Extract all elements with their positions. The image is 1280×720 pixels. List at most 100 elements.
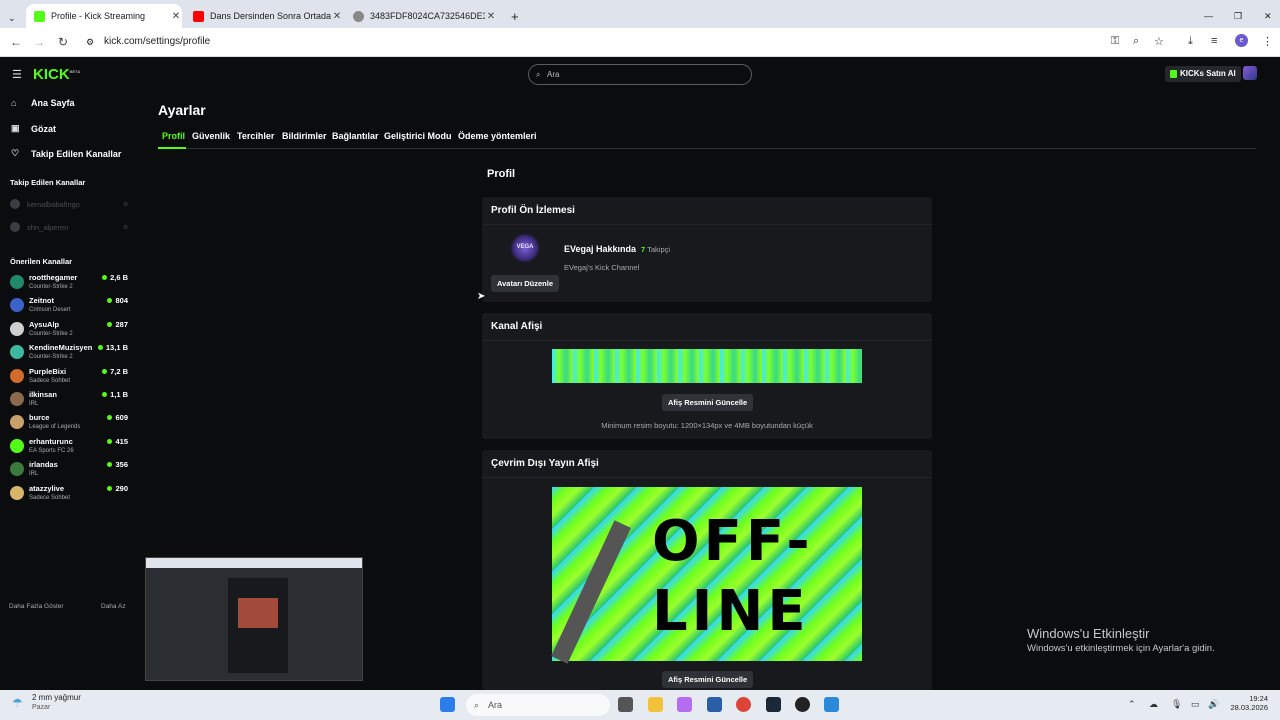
tab-title: Dans Dersinden Sonra Ortadan (210, 11, 331, 21)
close-icon[interactable]: ✕ (485, 11, 497, 22)
update-offline-banner-button[interactable]: Afiş Resmini Güncelle (662, 671, 754, 688)
network-tray-icon[interactable]: ☁ (1149, 699, 1158, 710)
close-icon[interactable]: ✕ (170, 11, 182, 22)
tab-security[interactable]: Güvenlik (192, 131, 230, 141)
kick-favicon-icon (34, 10, 45, 22)
show-less-button[interactable]: Daha Az (101, 603, 126, 610)
file-explorer-icon[interactable] (648, 697, 663, 712)
tab-youtube[interactable]: Dans Dersinden Sonra Ortadan ✕ (185, 4, 343, 28)
viewer-count: 13,1 B (97, 343, 128, 352)
address-bar[interactable]: ⚙ kick.com/settings/profile (80, 31, 1100, 53)
channel-category: Counter-Strike 2 (29, 330, 73, 337)
edit-avatar-button[interactable]: Avatarı Düzenle (491, 275, 559, 292)
app-icon[interactable] (795, 697, 810, 712)
tab-connections[interactable]: Bağlantılar (332, 131, 379, 141)
bookmark-star-icon[interactable]: ☆ (1154, 35, 1164, 48)
tab-preferences[interactable]: Tercihler (237, 131, 274, 141)
viewer-number: 1,1 B (110, 390, 128, 399)
recommended-channel[interactable]: irlandas IRL 356 (10, 460, 128, 480)
beta-badge: BETA (69, 69, 81, 74)
viewer-count: 415 (107, 437, 128, 446)
copilot-icon[interactable] (677, 697, 692, 712)
update-banner-button[interactable]: Afiş Resmini Güncelle (662, 394, 754, 411)
followed-channel[interactable]: kemalbabafingo ⊘ (10, 199, 128, 209)
kick-logo[interactable]: KICKBETA (33, 66, 80, 83)
avatar (10, 199, 20, 209)
buy-kicks-button[interactable]: KICKs Satın Al (1165, 66, 1241, 82)
avatar (10, 392, 24, 406)
app2-icon[interactable] (824, 697, 839, 712)
tab-notifications[interactable]: Bildirimler (282, 131, 327, 141)
viewer-count: 287 (107, 320, 128, 329)
menu-icon[interactable]: ☰ (12, 68, 22, 81)
weather-day: Pazar (32, 704, 51, 711)
recommended-channel[interactable]: erhanturunc EA Sports FC 26 415 (10, 437, 128, 457)
sidebar-item-following[interactable]: ♡ Takip Edilen Kanallar (11, 148, 121, 159)
media-icon[interactable]: ≡ (1211, 35, 1217, 47)
microphone-icon[interactable]: 🎙 (1171, 699, 1182, 710)
weather-widget[interactable]: ☂ 2 mm yağmur Pazar (12, 693, 81, 711)
site-header: ☰ KICKBETA ⌕ Ara KICKs Satın Al (0, 58, 1280, 90)
zoom-icon[interactable]: ⌕ (1133, 35, 1139, 48)
window-close-icon[interactable]: ✕ (1256, 4, 1272, 28)
minimize-icon[interactable]: — (1196, 4, 1213, 28)
windows-start-icon[interactable] (440, 697, 455, 712)
recommended-channel[interactable]: KendineMuzisyen Counter-Strike 2 13,1 B (10, 343, 128, 363)
recommended-channel[interactable]: Zeitnot Crimson Desert 804 (10, 296, 128, 316)
live-dot-icon (107, 321, 113, 327)
tab-kick-profile[interactable]: Profile - Kick Streaming ✕ (26, 4, 182, 28)
follower-label: Takipçi (647, 245, 671, 254)
tab-hash[interactable]: 3483FDF8024CA732546DE39E ✕ (345, 4, 497, 28)
tab-payment-methods[interactable]: Ödeme yöntemleri (458, 131, 537, 141)
display-icon[interactable]: ▭ (1191, 699, 1200, 710)
viewer-number: 356 (115, 460, 128, 470)
viewer-count: 7,2 B (102, 367, 128, 376)
recommended-channel[interactable]: rootthegamer Counter-Strike 2 2,6 B (10, 273, 128, 293)
close-icon[interactable]: ✕ (331, 11, 343, 22)
recommended-channel[interactable]: burce League of Legends 609 (10, 413, 128, 433)
clock-date: 28.03.2026 (1230, 703, 1268, 712)
card-title: Kanal Afişi (482, 313, 932, 341)
forward-icon[interactable]: → (33, 35, 45, 49)
volume-icon[interactable]: 🔊 (1208, 699, 1219, 710)
download-icon[interactable]: ⤓ (1188, 35, 1193, 48)
taskbar-preview-thumbnail[interactable] (145, 557, 363, 681)
clock-time: 19:24 (1249, 694, 1268, 703)
channel-name: Zeitnot (29, 296, 54, 306)
site-info-icon[interactable]: ⚙ (86, 31, 94, 53)
profile-avatar-icon[interactable]: e (1235, 34, 1248, 47)
task-view-icon[interactable] (618, 697, 633, 712)
system-clock[interactable]: 19:24 28.03.2026 (1228, 694, 1268, 712)
chrome-icon[interactable] (736, 697, 751, 712)
recommended-channel[interactable]: PurpleBixi Sadece Sohbet 7,2 B (10, 367, 128, 387)
rain-icon: ☂ (12, 696, 23, 710)
live-dot-icon (97, 345, 103, 351)
heart-icon: ♡ (11, 148, 20, 158)
sidebar-item-home[interactable]: ⌂ Ana Sayfa (11, 98, 75, 108)
reload-icon[interactable]: ↻ (58, 35, 68, 49)
recommended-channel[interactable]: atazzylive Sadece Sohbet 290 (10, 484, 128, 504)
maximize-icon[interactable]: ❐ (1226, 4, 1242, 28)
sidebar-item-browse[interactable]: ▣ Gözat (11, 123, 56, 134)
avatar (10, 298, 24, 313)
live-dot-icon (107, 438, 113, 444)
store-icon[interactable] (707, 697, 722, 712)
recommended-channel[interactable]: AysuAlp Counter-Strike 2 287 (10, 320, 128, 340)
user-avatar[interactable] (1243, 66, 1257, 80)
offline-text-line1: OFF- (652, 509, 814, 574)
show-more-button[interactable]: Daha Fazla Göster (9, 603, 64, 610)
search-input[interactable]: ⌕ Ara (528, 64, 752, 85)
globe-icon (353, 10, 364, 22)
recommended-channel[interactable]: ilkinsan IRL 1,1 B (10, 390, 128, 410)
back-icon[interactable]: ← (10, 35, 22, 49)
tab-developer-mode[interactable]: Geliştirici Modu (384, 131, 452, 141)
taskbar-search[interactable]: ⌕ Ara (466, 694, 610, 716)
tab-profile[interactable]: Profil (162, 131, 185, 141)
new-tab-button[interactable]: + (503, 4, 523, 28)
tray-chevron-icon[interactable]: ⌃ (1128, 699, 1136, 710)
more-menu-icon[interactable]: ⋮ (1262, 35, 1273, 48)
steam-icon[interactable] (766, 697, 781, 712)
password-key-icon[interactable]: ⚿ (1111, 35, 1119, 48)
followed-channel[interactable]: shn_alperen ⊘ (10, 222, 128, 232)
tab-list-button[interactable]: ⌄ (0, 6, 22, 30)
